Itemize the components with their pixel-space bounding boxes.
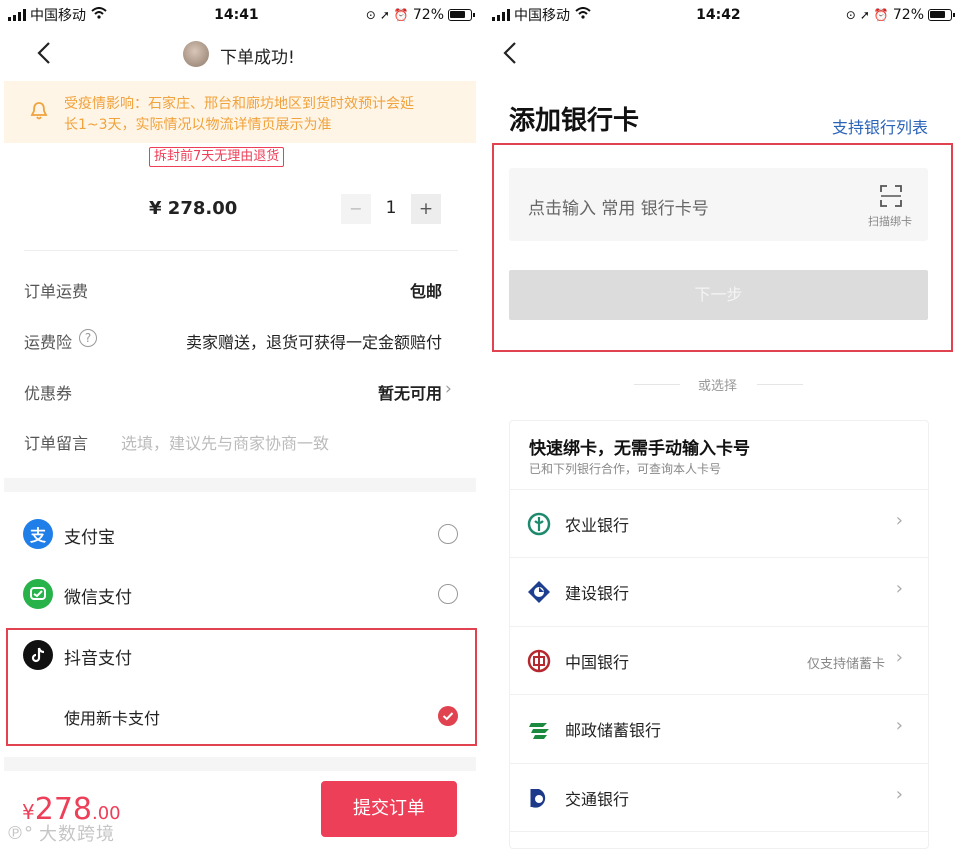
bank-name: 建设银行 [565,584,630,603]
status-bar: 中国移动 14:42 ⊙ ➚ ⏰ 72% [484,0,960,30]
clock: 14:41 [214,7,259,23]
freight-insurance-label: 运费险 [24,333,73,352]
bell-icon [30,101,48,125]
section-gap [4,757,476,771]
chevron-right-icon: › [895,647,903,668]
alipay-label[interactable]: 支付宝 [64,523,115,548]
wifi-icon [91,7,107,23]
order-note-input[interactable]: 选填，建议先与商家协商一致 [121,430,329,454]
alarm-icon: ⏰ [873,8,889,22]
wechat-pay-icon [23,579,53,609]
boc-bank-icon [527,649,551,677]
wifi-icon [575,7,591,23]
chevron-right-icon: › [895,578,903,599]
add-bank-card-screen: 中国移动 14:42 ⊙ ➚ ⏰ 72% 添加银行卡 支持银行列表 点击输入 常… [484,0,960,849]
watermark: ℗° 大数跨境 [6,820,115,846]
alarm-icon: ⏰ [393,8,409,22]
chevron-right-icon: › [895,510,903,531]
bank-row-bocom[interactable]: 交通银行 › [509,763,929,831]
quick-bind-title: 快速绑卡，无需手动输入卡号 [529,439,750,459]
alipay-radio[interactable] [438,524,458,544]
or-divider-right [757,384,803,385]
back-button[interactable] [500,40,524,66]
bank-name: 邮政储蓄银行 [565,721,662,740]
epidemic-notice: 受疫情影响：石家庄、邢台和廊坊地区到货时效预计会延 长1~3天，实际情况以物流详… [4,81,476,143]
bocom-bank-icon [527,786,551,814]
notice-text-2: 长1~3天，实际情况以物流详情页展示为准 [64,117,332,133]
battery-percent: 72% [412,7,444,23]
abc-bank-icon [527,512,551,540]
battery-icon [928,9,955,21]
quantity-value[interactable]: 1 [381,198,401,218]
watermark-logo-icon: ℗° [6,822,33,844]
shipping-fee-value: 包邮 [409,282,442,301]
location-icon: ➚ [379,8,390,22]
or-choose-label: 或选择 [698,379,738,394]
order-note-label: 订单留言 [24,434,89,453]
quick-bind-subtitle: 已和下列银行合作，可查询本人卡号 [529,462,722,476]
wechat-pay-label[interactable]: 微信支付 [64,583,132,608]
order-success-screen: 中国移动 14:41 ⊙ ➚ ⏰ 72% 下单成功! 受疫情影响：石家庄、邢台和… [0,0,480,849]
coupon-label: 优惠券 [24,384,73,403]
coupon-value[interactable]: 暂无可用 [378,380,442,404]
lock-rotation-icon: ⊙ [845,8,856,22]
avatar [183,41,209,67]
page-title: 下单成功! [220,48,295,68]
quantity-minus-button[interactable]: − [341,194,371,224]
battery-percent: 72% [892,7,924,23]
shipping-fee-label: 订单运费 [24,282,89,301]
location-icon: ➚ [859,8,870,22]
carrier-label: 中国移动 [30,8,86,24]
wechat-pay-radio[interactable] [438,584,458,604]
bank-name: 农业银行 [565,516,630,535]
section-gap [4,478,476,492]
chevron-right-icon[interactable]: › [445,379,452,399]
ccb-bank-icon [527,580,551,608]
bank-row-psbc[interactable]: 邮政储蓄银行 › [509,694,929,762]
bank-row-boc[interactable]: 中国银行 仅支持储蓄卡 › [509,626,929,694]
signal-icon [492,9,510,21]
notice-text-1: 受疫情影响：石家庄、邢台和廊坊地区到货时效预计会延 [64,96,414,112]
divider [24,250,458,251]
clock: 14:42 [696,7,741,23]
watermark-text: 大数跨境 [39,824,115,845]
highlight-box [6,628,477,746]
chevron-right-icon: › [895,784,903,805]
lock-rotation-icon: ⊙ [365,8,376,22]
bank-name: 中国银行 [565,653,630,672]
highlight-box [492,143,953,352]
bank-row-abc[interactable]: 农业银行 › [509,489,929,557]
battery-icon [448,9,475,21]
list-divider [509,831,929,832]
carrier-label: 中国移动 [514,8,570,24]
chevron-right-icon: › [895,715,903,736]
submit-order-button[interactable]: 提交订单 [321,781,457,837]
product-price: ¥ 278.00 [149,198,238,219]
quantity-plus-button[interactable]: + [411,194,441,224]
back-button[interactable] [34,40,58,66]
supported-banks-link[interactable]: 支持银行列表 [832,114,928,138]
status-bar: 中国移动 14:41 ⊙ ➚ ⏰ 72% [0,0,480,30]
bank-row-ccb[interactable]: 建设银行 › [509,557,929,625]
help-icon[interactable]: ? [79,329,97,347]
psbc-bank-icon [527,717,551,745]
or-divider-left [634,384,680,385]
freight-insurance-value: 卖家赠送，退货可获得一定金额赔付 [185,333,442,352]
signal-icon [8,9,26,21]
bank-note: 仅支持储蓄卡 [806,657,885,672]
return-policy-badge: 拆封前7天无理由退货 [149,147,285,167]
bank-name: 交通银行 [565,790,630,809]
alipay-icon: 支 [23,519,53,549]
page-title: 添加银行卡 [509,106,640,136]
